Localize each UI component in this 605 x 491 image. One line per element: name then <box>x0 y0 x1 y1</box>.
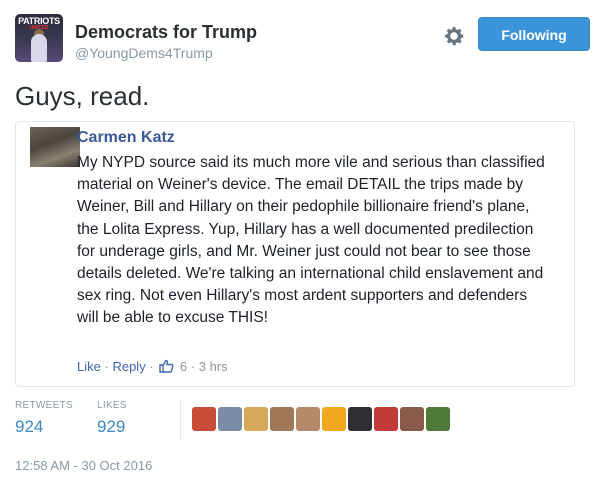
retweets-count: 924 <box>15 417 44 436</box>
reply-link[interactable]: Reply <box>112 359 145 374</box>
action-separator: · <box>149 359 154 374</box>
likes-label: LIKES <box>97 400 127 411</box>
liker-avatar[interactable] <box>426 407 450 431</box>
comment-body: My NYPD source said its much more vile a… <box>77 154 545 327</box>
liker-avatar[interactable] <box>348 407 372 431</box>
liker-avatar[interactable] <box>400 407 424 431</box>
action-separator: · <box>104 359 109 374</box>
commenter-name[interactable]: Carmen Katz <box>77 127 175 149</box>
liker-avatar[interactable] <box>322 407 346 431</box>
retweets-label: RETWEETS <box>15 400 73 411</box>
tweet-text: Guys, read. <box>15 81 150 111</box>
user-names: Democrats for Trump @YoungDems4Trump <box>75 22 257 62</box>
reaction-count[interactable]: 6 <box>180 359 187 374</box>
tweet-header: PATRIOTS UNITED Democrats for Trump @You… <box>15 14 590 62</box>
tweet-timestamp[interactable]: 12:58 AM - 30 Oct 2016 <box>15 457 152 475</box>
liker-avatar[interactable] <box>244 407 268 431</box>
avatar-figure-body <box>31 34 47 62</box>
liker-avatar[interactable] <box>218 407 242 431</box>
liker-avatar[interactable] <box>192 407 216 431</box>
retweets-stat[interactable]: RETWEETS 924 <box>15 400 73 438</box>
gear-icon[interactable] <box>442 24 466 48</box>
liker-avatar[interactable] <box>270 407 294 431</box>
tweet-stats: RETWEETS 924 LIKES 929 <box>15 400 590 450</box>
action-separator: · <box>190 359 196 374</box>
screen-name[interactable]: @YoungDems4Trump <box>75 44 257 62</box>
display-name[interactable]: Democrats for Trump <box>75 22 257 42</box>
commenter-avatar[interactable] <box>30 127 80 167</box>
liker-avatar[interactable] <box>296 407 320 431</box>
like-link[interactable]: Like <box>77 359 101 374</box>
liker-avatar[interactable] <box>374 407 398 431</box>
embedded-facebook-post[interactable]: Carmen Katz My NYPD source said its much… <box>15 121 575 387</box>
user-avatar[interactable]: PATRIOTS UNITED <box>15 14 63 62</box>
following-button[interactable]: Following <box>478 17 590 51</box>
thumbs-up-icon <box>159 359 174 373</box>
comment-actions: Like · Reply · 6 · 3 hrs <box>77 358 228 376</box>
likes-stat[interactable]: LIKES 929 <box>97 400 127 438</box>
stats-divider <box>180 400 181 440</box>
likes-count: 929 <box>97 417 126 436</box>
comment-time: 3 hrs <box>198 359 228 374</box>
